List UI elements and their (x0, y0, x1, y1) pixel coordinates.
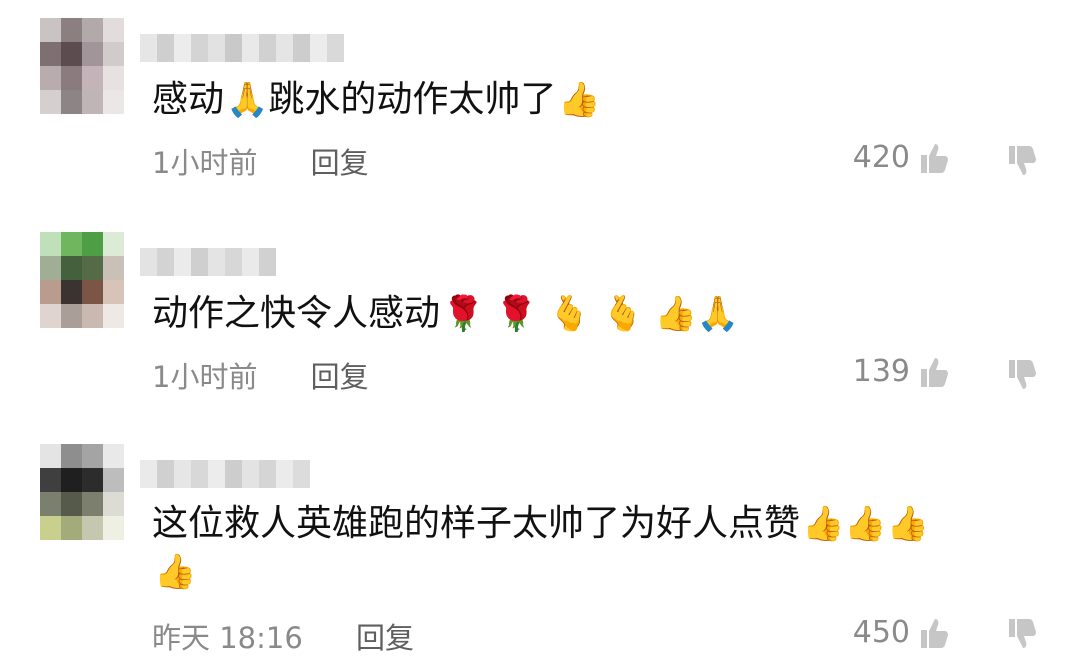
comment-text-line2: 👍 (152, 544, 196, 600)
thumbs-down-outline-icon (1006, 144, 1038, 178)
comment-text-part1: 感动 (152, 79, 225, 120)
thumbs-up-emoji: 👍 (154, 552, 197, 592)
like-button[interactable]: 420 (853, 140, 950, 175)
avatar[interactable] (40, 232, 124, 328)
like-button[interactable]: 450 (853, 615, 950, 650)
comment-meta: 昨天 18:16 回复 (152, 615, 414, 657)
comment-text: 感动🙏跳水的动作太帅了👍 (152, 72, 601, 128)
reply-button[interactable]: 回复 (311, 354, 369, 396)
rose-heart-thumbs-praying-emojis: 🌹 🌹 🫰 🫰 👍🙏 (442, 294, 740, 334)
like-count: 139 (852, 354, 910, 389)
thumbs-up-outline-icon (918, 616, 950, 650)
comment-meta: 1小时前 回复 (152, 140, 369, 182)
comment-time: 昨天 18:16 (152, 621, 303, 655)
comment-text-body: 这位救人英雄跑的样子太帅了为好人点赞 (152, 503, 801, 544)
comment-time: 1小时前 (152, 146, 258, 180)
avatar[interactable] (40, 18, 124, 114)
username-blurred[interactable] (140, 460, 310, 488)
avatar[interactable] (40, 444, 124, 540)
like-count: 450 (852, 615, 910, 650)
thumbs-down-outline-icon (1006, 617, 1038, 651)
comment-text: 这位救人英雄跑的样子太帅了为好人点赞👍👍👍 (152, 496, 929, 552)
comment-time: 1小时前 (152, 360, 258, 394)
dislike-button[interactable] (1006, 617, 1038, 651)
like-button[interactable]: 139 (853, 354, 950, 389)
comment-text: 动作之快令人感动🌹 🌹 🫰 🫰 👍🙏 (152, 286, 739, 342)
thumbs-up-outline-icon (918, 141, 950, 175)
comment-text-part2: 跳水的动作太帅了 (268, 79, 557, 120)
reply-button[interactable]: 回复 (311, 140, 369, 182)
praying-hands-emoji: 🙏 (226, 80, 269, 120)
reply-button[interactable]: 回复 (356, 615, 414, 657)
thumbs-up-emojis: 👍👍👍 (802, 504, 930, 544)
like-count: 420 (852, 140, 910, 175)
username-blurred[interactable] (140, 34, 344, 62)
comment-meta: 1小时前 回复 (152, 354, 369, 396)
thumbs-up-outline-icon (918, 355, 950, 389)
thumbs-down-outline-icon (1006, 358, 1038, 392)
dislike-button[interactable] (1006, 144, 1038, 178)
thumbs-up-emoji: 👍 (558, 80, 601, 120)
username-blurred[interactable] (140, 248, 276, 276)
comment-text-body: 动作之快令人感动 (152, 293, 441, 334)
dislike-button[interactable] (1006, 358, 1038, 392)
